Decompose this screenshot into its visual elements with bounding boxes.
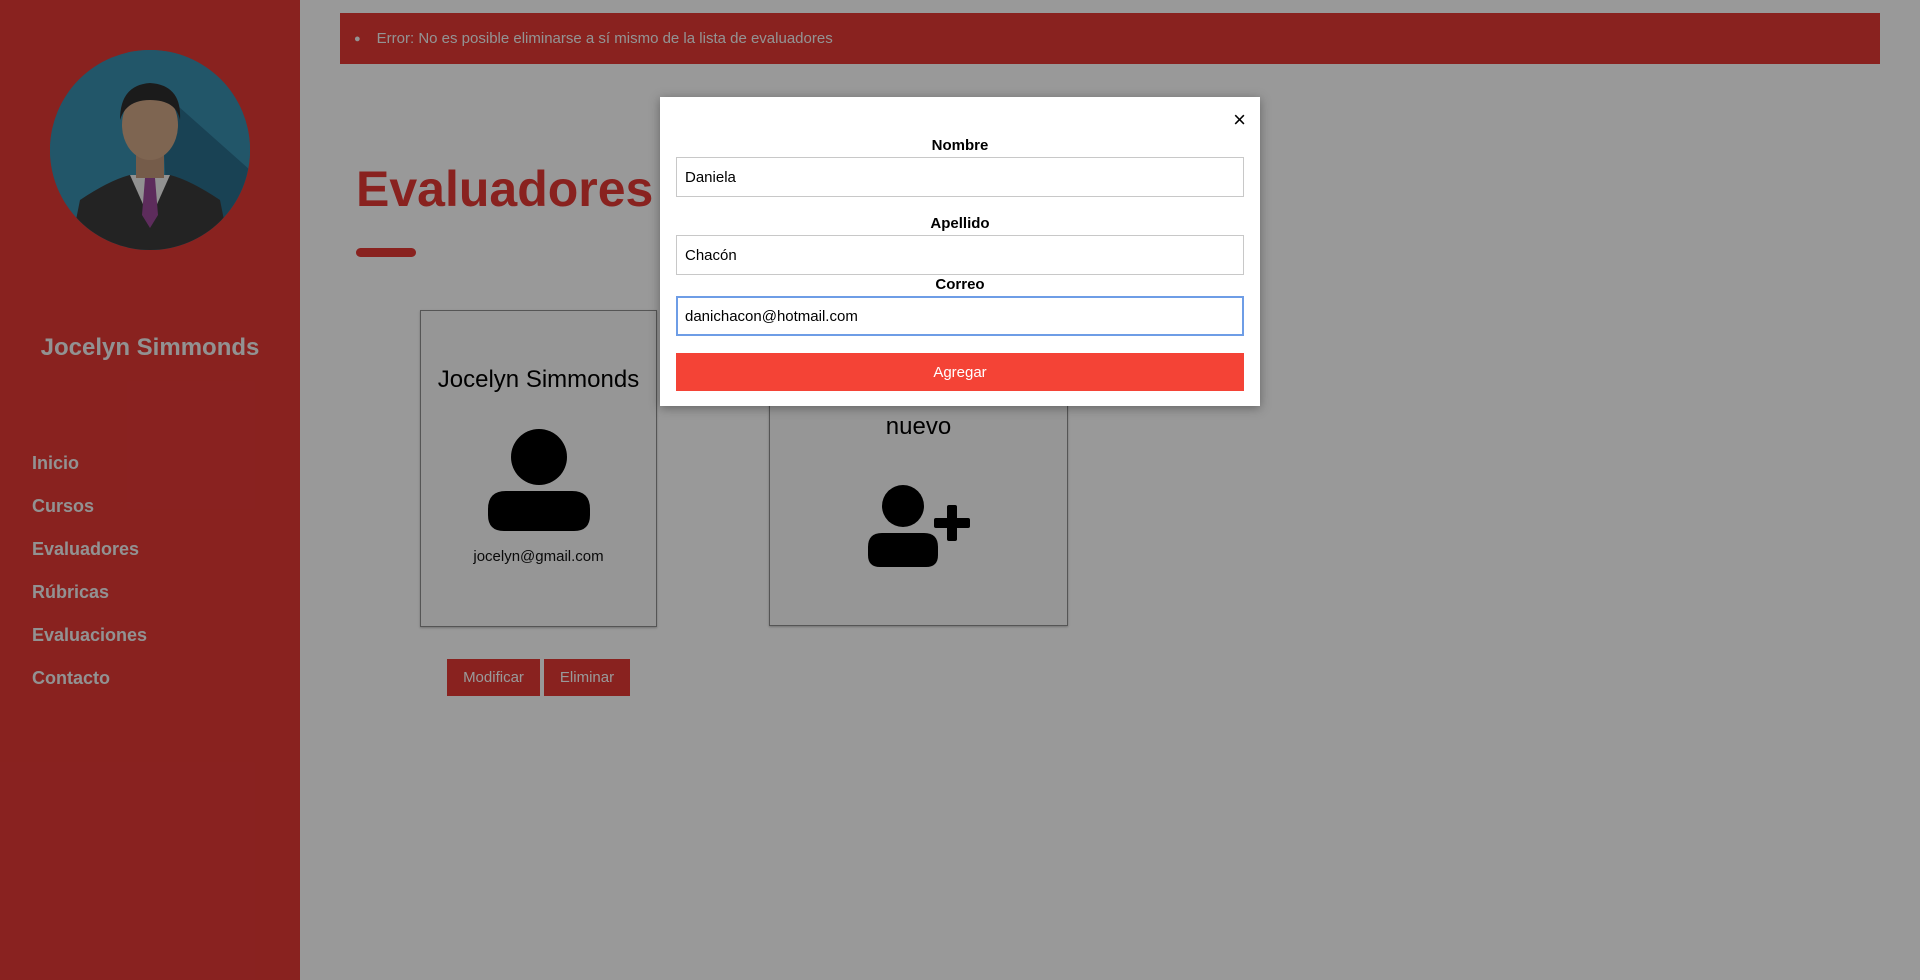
correo-field[interactable] bbox=[676, 296, 1244, 336]
nombre-label: Nombre bbox=[931, 137, 989, 154]
nombre-field[interactable] bbox=[676, 157, 1244, 197]
add-evaluator-modal: × Nombre Apellido Correo Agregar bbox=[660, 97, 1260, 406]
close-icon[interactable]: × bbox=[1233, 107, 1246, 133]
apellido-label: Apellido bbox=[930, 215, 990, 232]
correo-label: Correo bbox=[935, 276, 985, 293]
apellido-field[interactable] bbox=[676, 235, 1244, 275]
agregar-button[interactable]: Agregar bbox=[676, 353, 1244, 391]
